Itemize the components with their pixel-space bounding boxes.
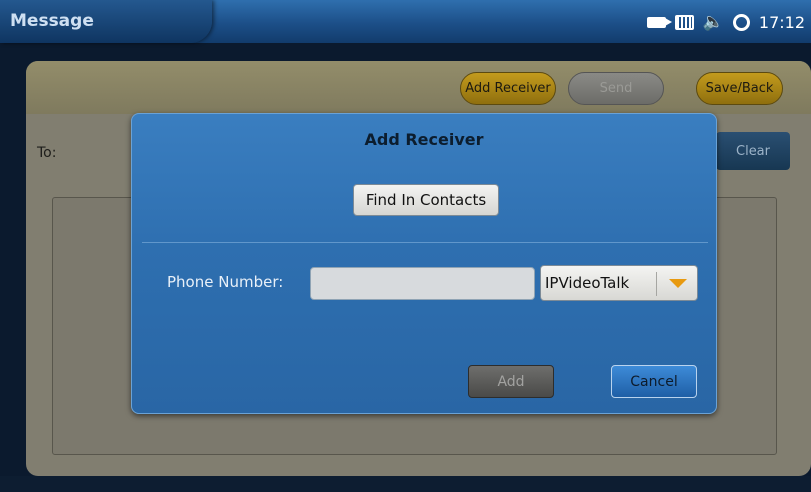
add-button[interactable]: Add (468, 365, 554, 398)
account-select[interactable]: IPVideoTalk (540, 265, 698, 301)
keyboard-icon (674, 14, 694, 30)
to-label: To: (37, 145, 57, 161)
phone-number-input[interactable] (310, 267, 535, 300)
clock: 17:12 (758, 12, 805, 32)
send-button[interactable]: Send (568, 72, 664, 105)
account-select-value: IPVideoTalk (545, 274, 630, 292)
select-divider (656, 272, 657, 296)
video-camera-icon (646, 16, 672, 28)
volume-icon: 🔈 (702, 11, 724, 32)
find-in-contacts-button[interactable]: Find In Contacts (353, 184, 499, 216)
app-title: Message (10, 11, 94, 31)
sync-icon (732, 13, 750, 31)
dialog-divider (142, 242, 708, 243)
dialog-title: Add Receiver (364, 130, 484, 149)
status-icons: 🔈 17:12 (646, 9, 805, 35)
dropdown-arrow-icon (669, 279, 687, 288)
bottom-strip (0, 476, 811, 492)
app-title-tab: Message (0, 0, 212, 43)
compose-toolbar: Add Receiver Send Save/Back (26, 61, 811, 114)
save-back-button[interactable]: Save/Back (696, 72, 783, 105)
clear-button[interactable]: Clear (716, 132, 790, 170)
phone-number-label: Phone Number: (167, 273, 284, 291)
top-status-bar: Message 🔈 17:12 (0, 0, 811, 43)
cancel-button[interactable]: Cancel (611, 365, 697, 398)
add-receiver-dialog: Add Receiver Find In Contacts Phone Numb… (131, 113, 717, 414)
add-receiver-button[interactable]: Add Receiver (460, 72, 556, 105)
